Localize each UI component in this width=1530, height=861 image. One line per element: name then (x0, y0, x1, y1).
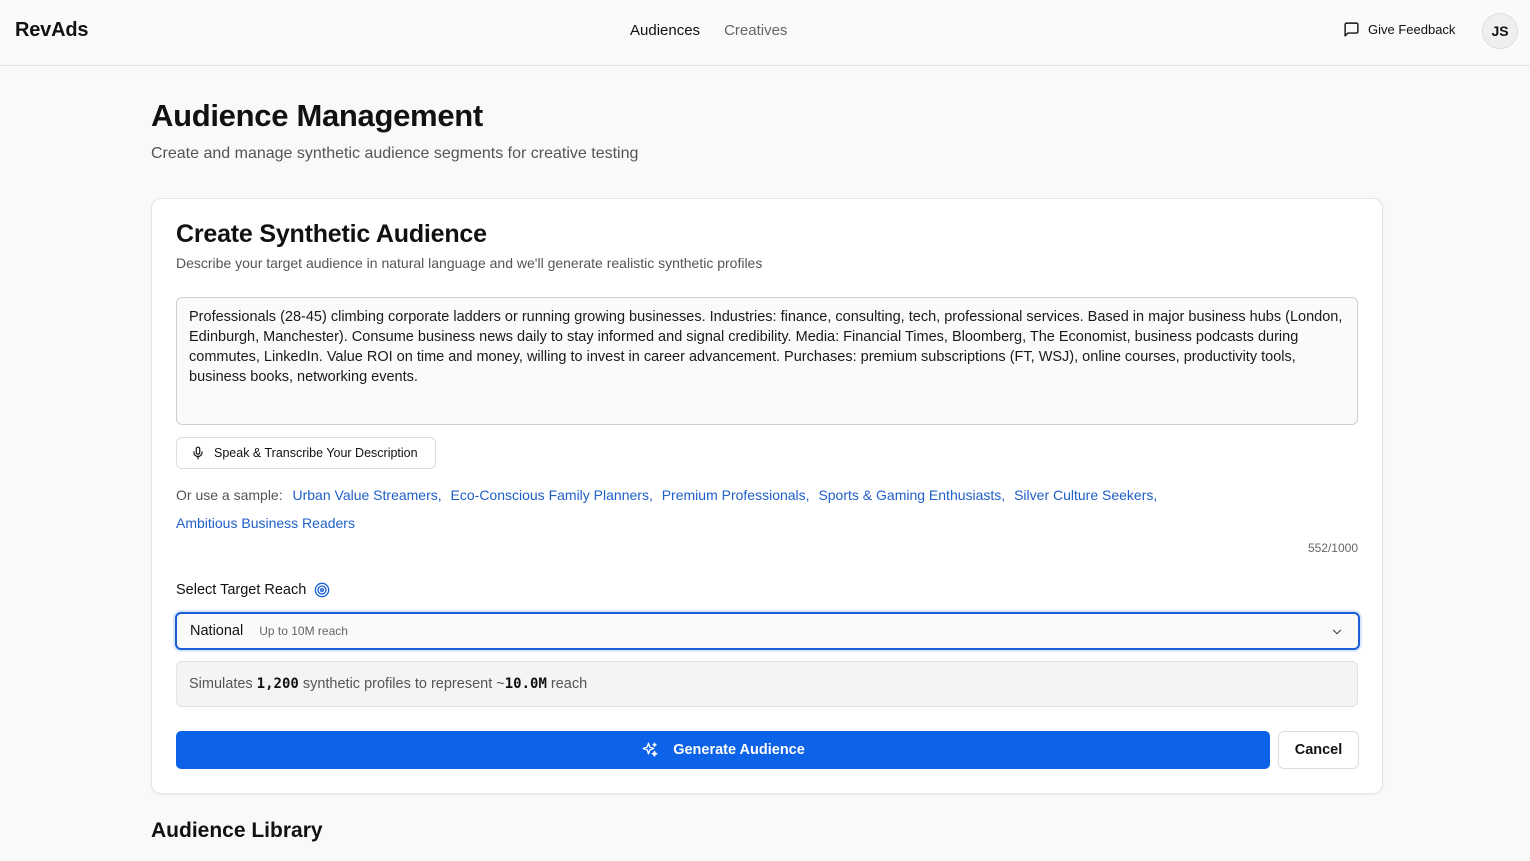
samples-label: Or use a sample: (176, 487, 283, 503)
sim-reach-value: 10.0M (504, 676, 547, 692)
target-reach-label: Select Target Reach (176, 582, 330, 598)
sparkles-icon (642, 742, 658, 757)
sample-link[interactable]: Premium Professionals, (662, 487, 810, 503)
target-reach-select[interactable]: National Up to 10M reach (175, 612, 1360, 650)
target-reach-text: Select Target Reach (176, 582, 307, 598)
sim-suffix: reach (550, 676, 588, 692)
microphone-icon (193, 446, 203, 460)
generate-audience-button[interactable]: Generate Audience (176, 731, 1270, 769)
sample-link[interactable]: Ambitious Business Readers (176, 515, 355, 531)
nav-creatives[interactable]: Creatives (724, 22, 787, 39)
card-title: Create Synthetic Audience (176, 220, 487, 248)
card-subtitle: Describe your target audience in natural… (176, 255, 763, 271)
sample-list: Or use a sample: Urban Value Streamers, … (176, 481, 1276, 537)
user-avatar[interactable]: JS (1482, 13, 1518, 49)
sample-link[interactable]: Urban Value Streamers, (293, 487, 442, 503)
speak-transcribe-label: Speak & Transcribe Your Description (214, 446, 418, 460)
speak-transcribe-button[interactable]: Speak & Transcribe Your Description (176, 437, 436, 469)
top-bar: RevAds Audiences Creatives Give Feedback… (0, 0, 1530, 66)
cancel-button[interactable]: Cancel (1278, 731, 1359, 769)
brand-logo[interactable]: RevAds (15, 19, 88, 42)
generate-audience-label: Generate Audience (673, 742, 805, 758)
main-nav: Audiences Creatives (630, 22, 787, 39)
character-counter: 552/1000 (1307, 541, 1358, 555)
give-feedback-button[interactable]: Give Feedback (1343, 21, 1455, 38)
simulation-summary: Simulates 1,200 synthetic profiles to re… (176, 661, 1358, 707)
sample-link[interactable]: Silver Culture Seekers, (1014, 487, 1157, 503)
nav-audiences[interactable]: Audiences (630, 22, 700, 39)
reach-hint: Up to 10M reach (259, 624, 348, 638)
audience-description-input[interactable]: Professionals (28-45) climbing corporate… (176, 297, 1358, 425)
message-square-icon (1344, 22, 1359, 37)
sample-link[interactable]: Sports & Gaming Enthusiasts, (818, 487, 1005, 503)
sim-prefix: Simulates (189, 676, 253, 692)
page-subtitle: Create and manage synthetic audience seg… (151, 145, 639, 162)
target-icon (314, 582, 330, 598)
page-title: Audience Management (151, 98, 483, 133)
sample-link[interactable]: Eco-Conscious Family Planners, (451, 487, 653, 503)
give-feedback-label: Give Feedback (1368, 22, 1456, 37)
chevron-down-icon (1332, 629, 1342, 635)
reach-selected-value: National (190, 623, 244, 639)
audience-library-title: Audience Library (151, 819, 323, 842)
create-audience-card: Create Synthetic Audience Describe your … (151, 198, 1383, 794)
sim-middle: synthetic profiles to represent ~ (302, 676, 505, 692)
sim-profile-count: 1,200 (256, 676, 299, 692)
